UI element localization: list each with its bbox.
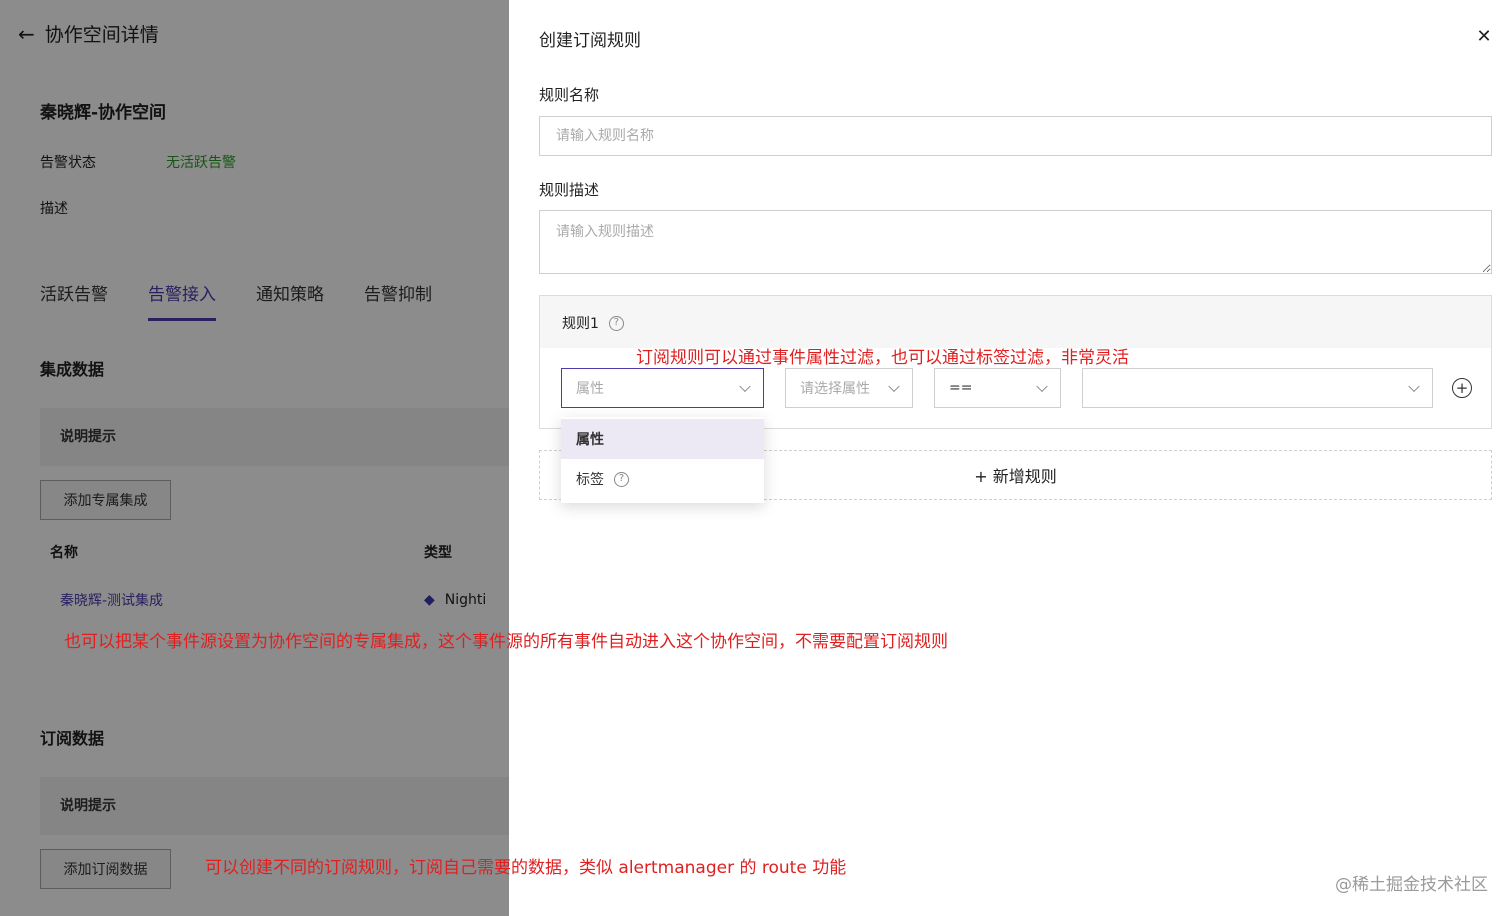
operator-value: == <box>949 380 973 396</box>
operator-select[interactable]: == <box>934 368 1061 408</box>
annotation-route: 可以创建不同的订阅规则，订阅自己需要的数据，类似 alertmanager 的 … <box>205 858 847 878</box>
dropdown-option-attribute[interactable]: 属性 <box>561 419 764 459</box>
chevron-down-icon <box>888 380 900 393</box>
rule-name-label: 规则名称 <box>539 86 600 104</box>
chevron-down-icon <box>1036 380 1048 393</box>
modal-overlay[interactable] <box>0 0 509 916</box>
add-condition-plus-icon[interactable]: + <box>1452 378 1472 398</box>
dropdown-option-label: 标签 <box>576 472 604 488</box>
dropdown-option-tag[interactable]: 标签 ? <box>561 459 764 499</box>
value-select[interactable] <box>1082 368 1433 408</box>
rule-description-label: 规则描述 <box>539 181 600 199</box>
rule-description-input[interactable] <box>539 210 1492 274</box>
annotation-rule-filter: 订阅规则可以通过事件属性过滤，也可以通过标签过滤，非常灵活 <box>636 348 1129 368</box>
chevron-down-icon <box>739 380 751 393</box>
drawer-title: 创建订阅规则 <box>539 31 641 51</box>
condition-type-dropdown: 属性 标签 ? <box>561 417 764 503</box>
rule-title: 规则1 ? <box>562 313 624 333</box>
dropdown-option-label: 属性 <box>576 432 604 448</box>
watermark: @稀土掘金技术社区 <box>1335 875 1488 895</box>
rule-name-input[interactable] <box>539 116 1492 156</box>
attribute-select[interactable]: 请选择属性 <box>785 368 913 408</box>
annotation-exclusive-integration: 也可以把某个事件源设置为协作空间的专属集成，这个事件源的所有事件自动进入这个协作… <box>64 632 948 652</box>
help-circle-icon[interactable]: ? <box>614 471 629 487</box>
rule-title-label: 规则1 <box>562 316 599 332</box>
condition-type-value: 属性 <box>576 381 604 397</box>
close-icon[interactable]: ✕ <box>1474 26 1494 47</box>
attribute-placeholder: 请选择属性 <box>800 381 870 397</box>
chevron-down-icon <box>1408 380 1420 393</box>
rule-card-header: 规则1 ? <box>540 296 1491 348</box>
help-circle-icon[interactable]: ? <box>608 315 624 331</box>
condition-type-select[interactable]: 属性 <box>561 368 764 408</box>
